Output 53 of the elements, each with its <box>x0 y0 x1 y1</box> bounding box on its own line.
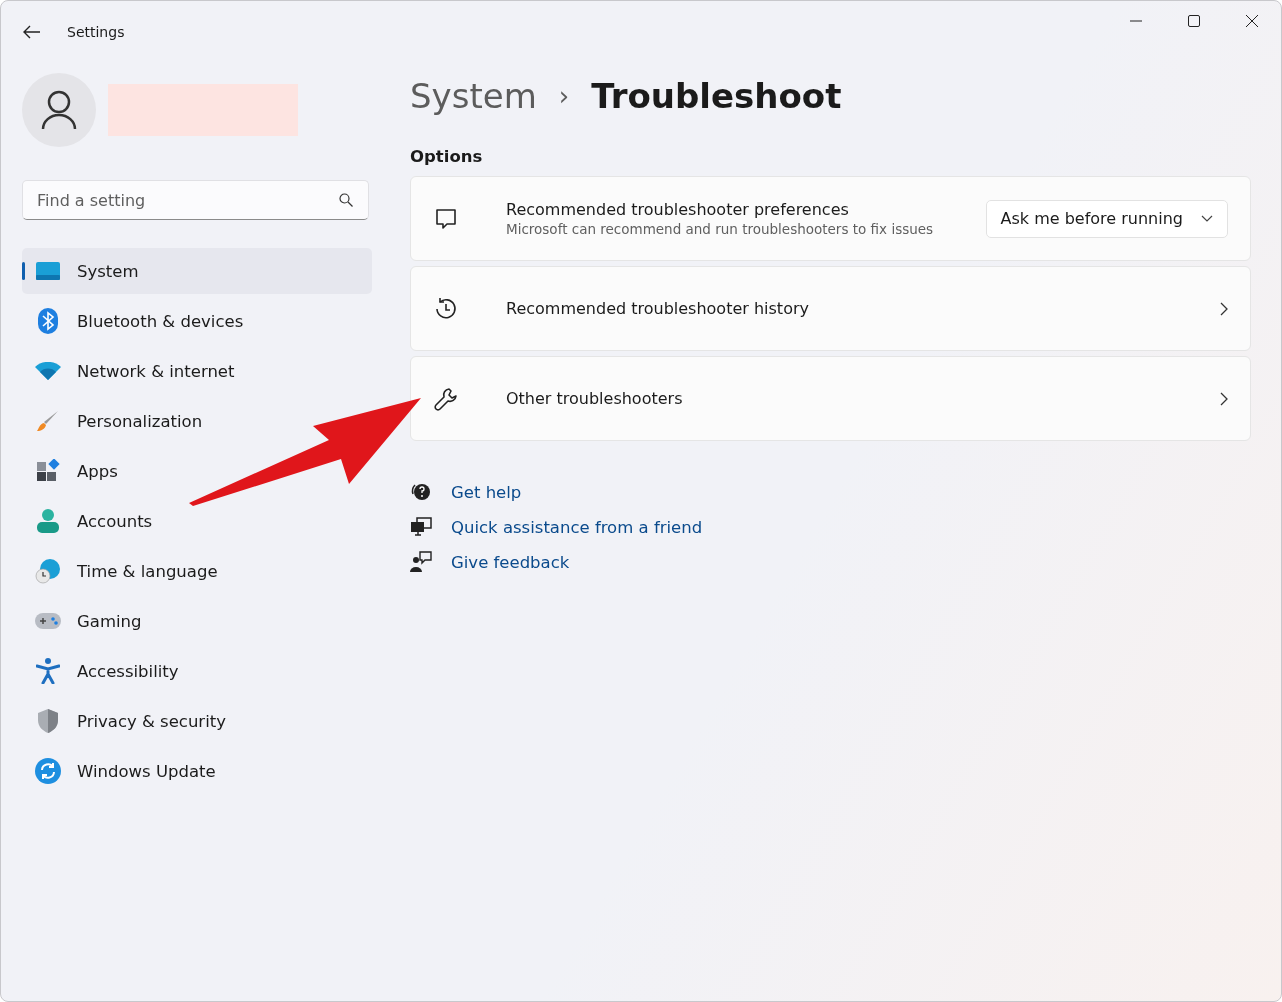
chevron-down-icon <box>1201 215 1213 222</box>
sidebar-item[interactable]: Bluetooth & devices <box>22 298 254 344</box>
sidebar-item[interactable]: Apps <box>22 448 128 494</box>
chevron-right-icon <box>1220 301 1228 316</box>
sidebar-item[interactable]: System <box>22 248 372 294</box>
minimize-icon <box>1130 20 1142 22</box>
maximize-icon <box>1188 15 1200 27</box>
settings-card[interactable]: Recommended troubleshooter preferences Microsoft can recommend and run troubleshooters to fix issues Ask me before running <box>410 176 1251 261</box>
card-title: Recommended troubleshooter preferences <box>506 200 850 219</box>
wifi-icon <box>35 362 61 380</box>
update-icon <box>35 758 61 784</box>
monitor-icon <box>35 261 61 281</box>
sidebar-item[interactable]: Accessibility <box>22 648 189 694</box>
globe-clock-icon <box>35 558 61 584</box>
sidebar-item[interactable]: Accounts <box>22 498 163 544</box>
settings-card[interactable]: Other troubleshooters <box>410 356 1251 441</box>
gamepad-icon <box>35 612 61 630</box>
page-title: Troubleshoot <box>591 76 842 116</box>
monitors-icon <box>410 517 432 537</box>
card-title: Recommended troubleshooter history <box>506 299 810 318</box>
help-link[interactable]: Quick assistance from a friend <box>451 517 703 537</box>
breadcrumb-separator: › <box>558 81 570 111</box>
card-title: Other troubleshooters <box>506 389 684 408</box>
card-description: Microsoft can recommend and run troubleshooters to fix issues <box>506 221 935 237</box>
sidebar-item[interactable]: Network & internet <box>22 348 245 394</box>
dropdown[interactable]: Ask me before running <box>985 199 1228 238</box>
back-arrow-icon <box>23 25 41 39</box>
feedback-person-icon <box>410 551 432 573</box>
section-heading: Options <box>410 147 484 166</box>
window-title: Settings <box>67 24 125 40</box>
paintbrush-icon <box>36 409 60 433</box>
history-icon <box>433 295 459 322</box>
shield-icon <box>37 708 59 734</box>
settings-card[interactable]: Recommended troubleshooter history <box>410 266 1251 351</box>
sidebar-item[interactable]: Time & language <box>22 548 228 594</box>
chat-bubble-icon <box>434 206 458 231</box>
help-link[interactable]: Give feedback <box>451 552 570 572</box>
accessibility-icon <box>36 658 60 684</box>
sidebar-item[interactable]: Personalization <box>22 398 213 444</box>
bluetooth-icon <box>38 308 58 334</box>
breadcrumb-parent[interactable]: System <box>410 76 537 116</box>
apps-icon <box>36 459 60 483</box>
close-icon <box>1246 15 1258 27</box>
search-field[interactable]: Find a setting <box>22 180 369 220</box>
sidebar-item[interactable]: Privacy & security <box>22 698 236 744</box>
search-icon <box>339 193 353 207</box>
sidebar-item[interactable]: Windows Update <box>22 748 226 794</box>
chevron-right-icon <box>1220 391 1228 406</box>
person-icon <box>37 509 59 533</box>
sidebar-item[interactable]: Gaming <box>22 598 152 644</box>
help-link[interactable]: Get help <box>451 482 522 502</box>
wrench-icon <box>433 385 459 412</box>
help-bubble-icon <box>410 481 432 503</box>
